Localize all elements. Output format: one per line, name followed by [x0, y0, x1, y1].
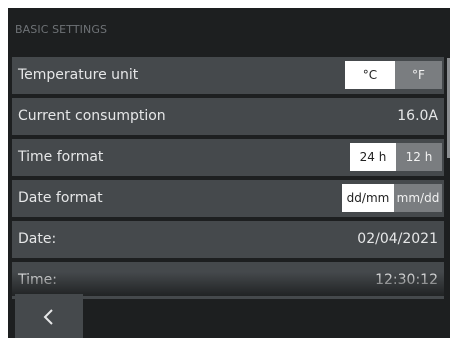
- time-format-label: Time format: [18, 149, 104, 165]
- time-format-row: Time format 24 h 12 h: [12, 139, 444, 176]
- celsius-option[interactable]: °C: [345, 61, 395, 89]
- dd-mm-option[interactable]: dd/mm: [342, 184, 394, 212]
- date-row[interactable]: Date: 02/04/2021: [12, 221, 444, 258]
- temperature-unit-toggle: °C °F: [345, 61, 442, 89]
- scrollbar[interactable]: [447, 58, 450, 158]
- date-format-toggle: dd/mm mm/dd: [342, 184, 442, 212]
- date-format-label: Date format: [18, 190, 103, 206]
- list-fade: [8, 272, 450, 296]
- mm-dd-option[interactable]: mm/dd: [394, 184, 442, 212]
- back-button[interactable]: [15, 294, 83, 338]
- date-format-row: Date format dd/mm mm/dd: [12, 180, 444, 217]
- time-format-toggle: 24 h 12 h: [350, 143, 442, 171]
- current-consumption-row: Current consumption 16.0A: [12, 98, 444, 135]
- chevron-left-icon: [43, 309, 53, 325]
- current-consumption-value: 16.0A: [397, 108, 438, 124]
- temperature-unit-label: Temperature unit: [18, 67, 139, 83]
- temperature-unit-row: Temperature unit °C °F: [12, 57, 444, 94]
- fahrenheit-option[interactable]: °F: [395, 61, 442, 89]
- 12h-option[interactable]: 12 h: [396, 143, 442, 171]
- date-label: Date:: [18, 231, 57, 247]
- 24h-option[interactable]: 24 h: [350, 143, 396, 171]
- current-consumption-label: Current consumption: [18, 108, 166, 124]
- section-title: BASIC SETTINGS: [15, 23, 108, 36]
- settings-screen: BASIC SETTINGS Temperature unit °C °F Cu…: [8, 8, 450, 338]
- date-value: 02/04/2021: [357, 231, 438, 247]
